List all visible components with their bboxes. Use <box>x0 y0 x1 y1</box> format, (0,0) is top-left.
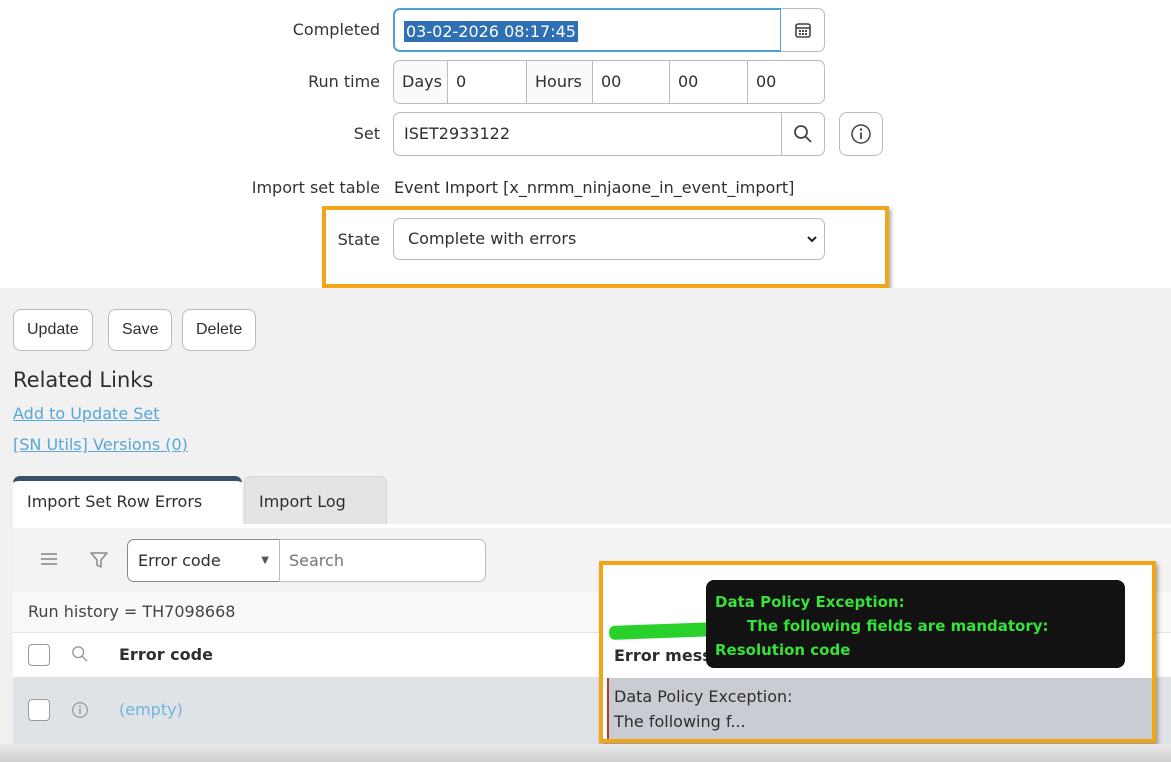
seconds-input[interactable]: 00 <box>748 61 824 103</box>
search-icon <box>72 646 88 662</box>
completed-value: 03-02-2026 08:17:45 <box>404 21 578 42</box>
search-field-value: Error code <box>138 551 221 570</box>
hours-input[interactable]: 00 <box>593 61 670 103</box>
info-icon <box>851 124 871 144</box>
list-menu-button[interactable] <box>40 551 58 571</box>
hamburger-icon <box>41 553 57 565</box>
set-label: Set <box>353 124 380 143</box>
bottom-scroll-area <box>0 744 1171 762</box>
tab-import-set-row-errors[interactable]: Import Set Row Errors (1) <box>13 476 242 553</box>
state-label: State <box>337 230 380 249</box>
completed-label: Completed <box>292 20 380 39</box>
days-label: Days <box>394 61 448 103</box>
completed-input[interactable]: 03-02-2026 08:17:45 <box>393 8 782 52</box>
add-to-update-set-link[interactable]: Add to Update Set <box>13 404 160 423</box>
import-set-table-label: Import set table <box>251 178 380 197</box>
row-checkbox[interactable] <box>28 699 50 721</box>
calendar-button[interactable] <box>781 8 825 52</box>
filter-button[interactable] <box>89 550 109 574</box>
tooltip-line-3: Resolution code <box>715 641 851 659</box>
state-selected-value: Complete with errors <box>408 229 577 248</box>
search-field-select[interactable]: Error code ▼ <box>127 539 280 582</box>
set-input[interactable]: ISET2933122 <box>393 112 782 156</box>
column-search-button[interactable] <box>71 645 89 667</box>
row-error-code-link[interactable]: (empty) <box>119 700 183 719</box>
info-icon <box>72 702 88 718</box>
related-links-title: Related Links <box>13 368 154 392</box>
filter-icon <box>90 552 108 568</box>
update-button[interactable]: Update <box>13 309 93 351</box>
sn-utils-versions-link[interactable]: [SN Utils] Versions (0) <box>13 435 188 454</box>
delete-button[interactable]: Delete <box>182 309 257 351</box>
tooltip-line-1: Data Policy Exception: <box>715 593 905 611</box>
caret-down-icon: ▼ <box>261 555 269 566</box>
import-set-table-value: Event Import [x_nrmm_ninjaone_in_event_i… <box>394 178 795 197</box>
minutes-input[interactable]: 00 <box>670 61 748 103</box>
search-icon <box>794 125 812 143</box>
save-button[interactable]: Save <box>108 309 173 351</box>
column-header-error-code[interactable]: Error code <box>119 645 213 664</box>
run-time-label: Run time <box>308 72 380 91</box>
run-time-field: Days 0 Hours 00 00 00 <box>393 60 825 104</box>
error-message-tooltip: Data Policy Exception: The following fie… <box>706 580 1125 668</box>
row-error-message-line1: Data Policy Exception: <box>614 687 793 706</box>
row-preview-button[interactable] <box>71 701 89 723</box>
days-input[interactable]: 0 <box>448 61 527 103</box>
set-lookup-button[interactable] <box>781 112 825 156</box>
set-info-button[interactable] <box>839 112 883 156</box>
state-select[interactable]: Complete with errors <box>393 218 825 260</box>
column-header-error-message[interactable]: Error mess <box>614 646 712 665</box>
list-search-input[interactable] <box>279 539 486 582</box>
tooltip-line-2: The following fields are mandatory: <box>747 617 1049 635</box>
calendar-icon <box>794 23 811 38</box>
hours-label: Hours <box>527 61 593 103</box>
chevron-down-icon <box>807 236 817 243</box>
select-all-checkbox[interactable] <box>28 644 50 666</box>
tab-import-log[interactable]: Import Log (2) <box>244 476 387 561</box>
row-error-message-line2: The following f... <box>614 712 746 731</box>
